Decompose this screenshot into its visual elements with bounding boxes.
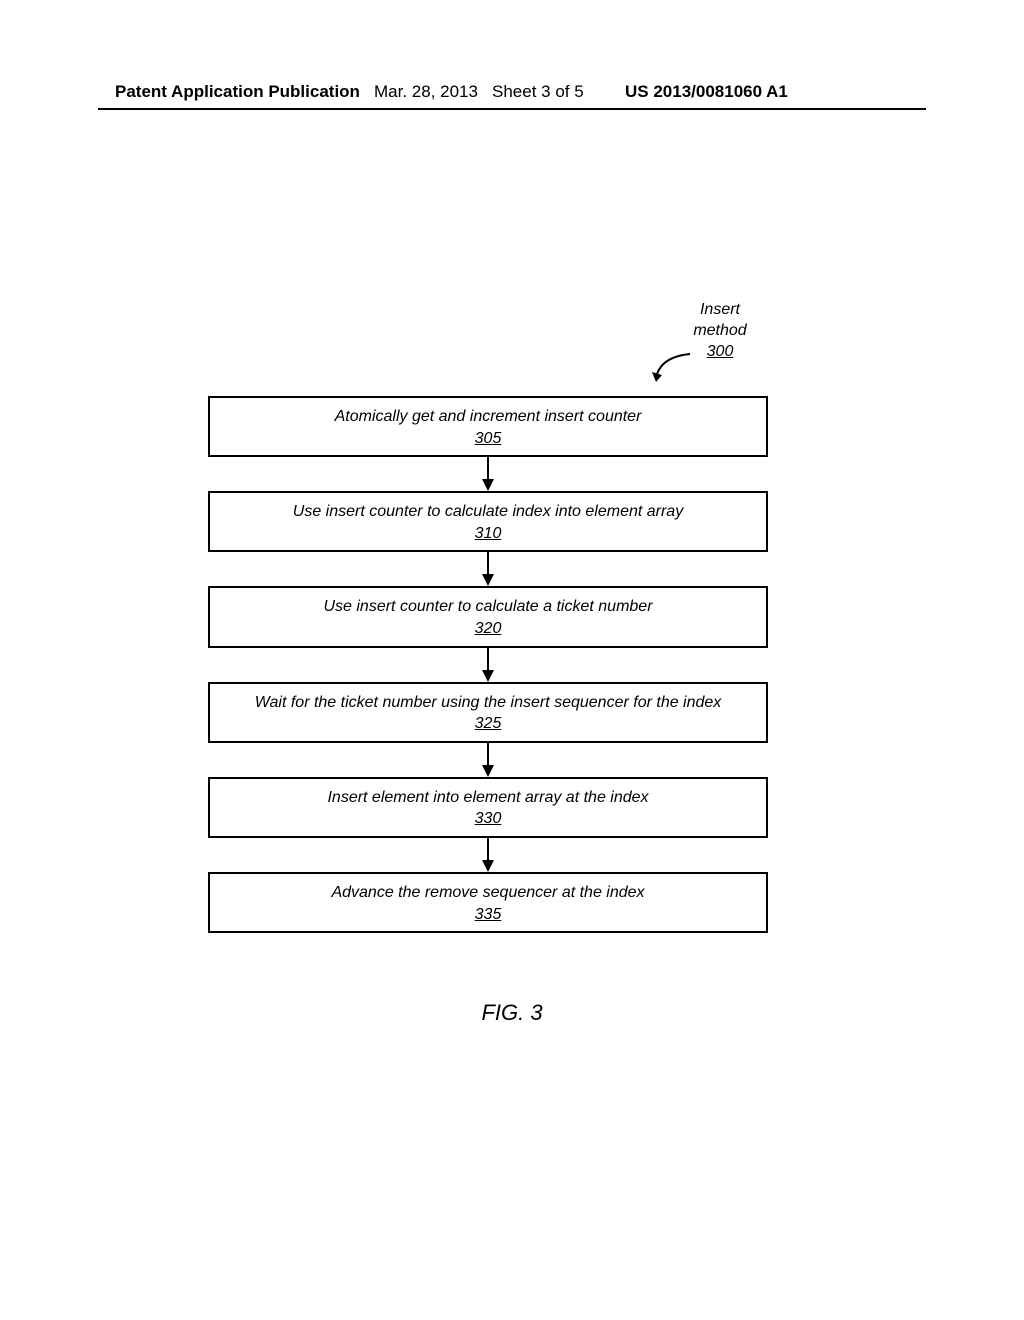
step-text: Insert element into element array at the… xyxy=(222,787,754,809)
step-ref: 335 xyxy=(475,904,502,926)
step-ref: 320 xyxy=(475,618,502,640)
header-pubnum: US 2013/0081060 A1 xyxy=(625,82,788,102)
header-sheet: Sheet 3 of 5 xyxy=(492,82,584,102)
flowchart: Atomically get and increment insert coun… xyxy=(208,396,768,933)
step-ref: 305 xyxy=(475,428,502,450)
down-arrow-icon xyxy=(208,457,768,491)
down-arrow-icon xyxy=(208,743,768,777)
step-box-305: Atomically get and increment insert coun… xyxy=(208,396,768,457)
down-arrow-icon xyxy=(208,838,768,872)
step-text: Wait for the ticket number using the ins… xyxy=(222,692,754,714)
step-ref: 310 xyxy=(475,523,502,545)
step-ref: 325 xyxy=(475,713,502,735)
header-rule xyxy=(98,108,926,110)
method-label-line1: Insert xyxy=(680,300,760,321)
step-box-310: Use insert counter to calculate index in… xyxy=(208,491,768,552)
step-text: Atomically get and increment insert coun… xyxy=(222,406,754,428)
step-ref: 330 xyxy=(475,808,502,830)
down-arrow-icon xyxy=(208,552,768,586)
pointer-arrow xyxy=(650,352,700,382)
figure-caption: FIG. 3 xyxy=(0,1000,1024,1026)
step-text: Use insert counter to calculate a ticket… xyxy=(222,596,754,618)
step-box-320: Use insert counter to calculate a ticket… xyxy=(208,586,768,647)
step-text: Advance the remove sequencer at the inde… xyxy=(222,882,754,904)
step-box-330: Insert element into element array at the… xyxy=(208,777,768,838)
step-text: Use insert counter to calculate index in… xyxy=(222,501,754,523)
header-date: Mar. 28, 2013 xyxy=(374,82,478,102)
step-box-325: Wait for the ticket number using the ins… xyxy=(208,682,768,743)
method-label-line2: method xyxy=(680,321,760,342)
step-box-335: Advance the remove sequencer at the inde… xyxy=(208,872,768,933)
header-publication: Patent Application Publication xyxy=(115,82,360,102)
down-arrow-icon xyxy=(208,648,768,682)
